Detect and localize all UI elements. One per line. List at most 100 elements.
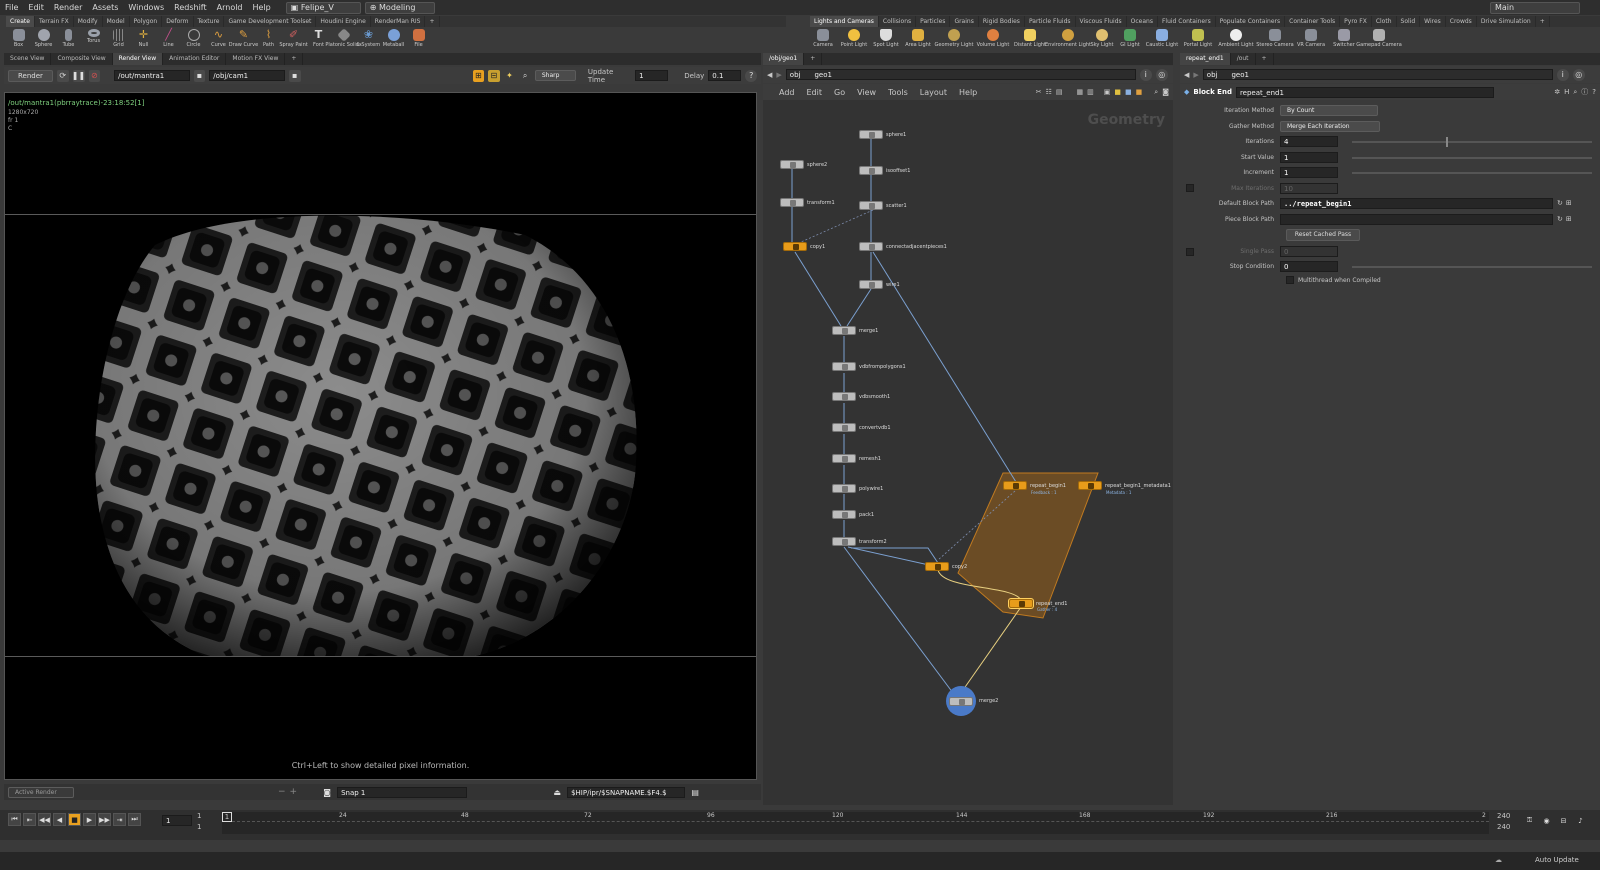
jump-end-icon[interactable]: ⏭	[128, 813, 141, 826]
node-pack1[interactable]: pack1	[832, 510, 874, 519]
dot-icon[interactable]: ■	[1136, 88, 1143, 96]
shelf-tab[interactable]: Rigid Bodies	[979, 16, 1025, 27]
network-editor-canvas[interactable]: Geometry sphere1 sphere2 isooffset1 tran…	[763, 100, 1173, 805]
reset-cached-pass-button[interactable]: Reset Cached Pass	[1286, 229, 1360, 241]
play-reverse-icon[interactable]: ◀	[53, 813, 66, 826]
tab-network[interactable]: /obj/geo1	[763, 53, 805, 65]
menu-edit[interactable]: Edit	[23, 3, 49, 12]
main-desktop-select[interactable]: Main	[1490, 1, 1580, 14]
node-transform2[interactable]: transform2	[832, 537, 887, 546]
param-sync-icon[interactable]: ◎	[1572, 68, 1585, 81]
shelf-tab[interactable]: Lights and Cameras	[810, 16, 879, 27]
menu-render[interactable]: Render	[49, 3, 87, 12]
zoom-in-icon[interactable]: +	[290, 787, 298, 797]
node-merge2[interactable]: merge2	[946, 686, 998, 716]
grid-tool[interactable]: Grid	[106, 27, 131, 52]
node-convertvdb1[interactable]: convertvdb1	[832, 423, 891, 432]
back-arrow-icon[interactable]: ◀	[767, 71, 772, 79]
preview-icon[interactable]: ⊟	[488, 69, 500, 82]
piece-block-path-field[interactable]	[1280, 213, 1553, 225]
refresh-icon[interactable]: ⟳	[56, 69, 69, 82]
path-chooser-icon[interactable]: ⊞	[1566, 199, 1572, 207]
forward-arrow-icon[interactable]: ▶	[776, 71, 781, 79]
iteration-method-dropdown[interactable]: By Count	[1280, 104, 1378, 116]
ambient-light-tool[interactable]: Ambient Light	[1216, 27, 1256, 52]
piece-path-chooser-icon[interactable]: ⊞	[1566, 215, 1572, 223]
desktop-select[interactable]: ▣ Felipe_V	[285, 1, 361, 14]
tree-view-icon[interactable]: ☷	[1046, 88, 1052, 96]
l-system-tool[interactable]: ❀ L-System	[356, 27, 381, 52]
network-menu-view[interactable]: View	[857, 88, 876, 97]
rop-path-field[interactable]: /out/mantra1	[114, 70, 190, 81]
layout-icon[interactable]: ▥	[1087, 88, 1094, 96]
node-isooffset1[interactable]: isooffset1	[859, 166, 910, 175]
sphere-tool[interactable]: Sphere	[31, 27, 56, 52]
gather-method-dropdown[interactable]: Merge Each Iteration	[1280, 120, 1380, 132]
step-back-key-icon[interactable]: ⇤	[23, 813, 36, 826]
node-chooser-icon[interactable]: ↻	[1557, 199, 1563, 207]
vr-camera-tool[interactable]: VR Camera	[1294, 27, 1328, 52]
node-scatter1[interactable]: scatter1	[859, 201, 907, 210]
slider-handle[interactable]	[1446, 137, 1448, 147]
active-render-dropdown[interactable]: Active Render	[8, 786, 74, 798]
font-tool[interactable]: T Font	[306, 27, 331, 52]
node-sphere2[interactable]: sphere2	[780, 160, 827, 169]
render-region-icon[interactable]: ⊞	[472, 69, 485, 82]
add-shelf-tab-button[interactable]: +	[425, 16, 440, 27]
path-obj[interactable]: obj	[790, 70, 801, 79]
shelf-tab[interactable]: Particles	[916, 16, 951, 27]
node-copy1[interactable]: copy1	[783, 242, 825, 251]
caustic-light-tool[interactable]: Caustic Light	[1144, 27, 1180, 52]
shelf-tab[interactable]: Viscous Fluids	[1076, 16, 1127, 27]
circle-tool[interactable]: Circle	[181, 27, 206, 52]
shelf-tab[interactable]: Deform	[162, 16, 194, 27]
menu-help[interactable]: Help	[248, 3, 276, 12]
realtime-icon[interactable]: ◉	[1540, 814, 1553, 827]
menu-assets[interactable]: Assets	[87, 3, 123, 12]
node-connectadjacentpieces1[interactable]: connectadjacentpieces1	[859, 242, 947, 251]
node-repeat-begin1[interactable]: repeat_begin1	[1003, 481, 1066, 490]
sky-light-tool[interactable]: Sky Light	[1088, 27, 1116, 52]
menu-arnold[interactable]: Arnold	[212, 3, 248, 12]
shelf-tab[interactable]: Game Development Toolset	[224, 16, 317, 27]
network-option-icon[interactable]: ▣	[1104, 88, 1111, 96]
param-path-geo[interactable]: geo1	[1231, 70, 1249, 79]
rop-pick-icon[interactable]: ▪	[193, 69, 206, 82]
iterations-slider[interactable]	[1352, 137, 1592, 147]
network-snapshot-icon[interactable]: ◙	[1162, 88, 1169, 96]
network-menu-help[interactable]: Help	[959, 88, 977, 97]
shelf-tab[interactable]: Container Tools	[1285, 16, 1341, 27]
tab-composite-view[interactable]: Composite View	[51, 53, 113, 65]
audio-icon[interactable]: ♪	[1574, 814, 1587, 827]
add-network-tab-button[interactable]: +	[804, 53, 823, 65]
zoom-out-icon[interactable]: −	[278, 787, 286, 797]
tube-tool[interactable]: Tube	[56, 27, 81, 52]
network-menu-go[interactable]: Go	[834, 88, 845, 97]
timeline-settings-icon[interactable]: ⊟	[1557, 814, 1570, 827]
step-forward-key-icon[interactable]: ⇥	[113, 813, 126, 826]
shelf-tab[interactable]: Grains	[950, 16, 979, 27]
shelf-tab[interactable]: Populate Containers	[1216, 16, 1286, 27]
network-menu-edit[interactable]: Edit	[807, 88, 823, 97]
spray-paint-tool[interactable]: ✐ Spray Paint	[279, 27, 307, 52]
file-tool[interactable]: File	[406, 27, 431, 52]
node-merge1[interactable]: merge1	[832, 326, 878, 335]
single-pass-field[interactable]: 0	[1280, 245, 1338, 257]
add-param-tab-button[interactable]: +	[1256, 53, 1274, 65]
environment-light-tool[interactable]: Environment Light	[1045, 27, 1091, 52]
snapshot-icon[interactable]: ◙	[321, 786, 333, 798]
param-search-icon[interactable]: ⌕	[1573, 88, 1577, 97]
platonic-solids-tool[interactable]: Platonic Solids	[325, 27, 362, 52]
volume-light-tool[interactable]: Volume Light	[974, 27, 1012, 52]
node-vdbfrompolygons1[interactable]: vdbfrompolygons1	[832, 362, 906, 371]
wrench-icon[interactable]: ✂	[1036, 88, 1042, 96]
start-value-field[interactable]: 1	[1280, 151, 1338, 163]
switcher-tool[interactable]: Switcher	[1328, 27, 1360, 52]
stop-condition-field[interactable]: 0	[1280, 260, 1338, 272]
stereo-camera-tool[interactable]: Stereo Camera	[1256, 27, 1294, 52]
distant-light-tool[interactable]: Distant Light	[1012, 27, 1048, 52]
node-name-field[interactable]: repeat_end1	[1235, 86, 1494, 98]
node-copy2[interactable]: copy2	[925, 562, 967, 571]
network-path-field[interactable]: obj geo1	[785, 69, 1136, 80]
curve-tool[interactable]: ∿ Curve	[206, 27, 231, 52]
